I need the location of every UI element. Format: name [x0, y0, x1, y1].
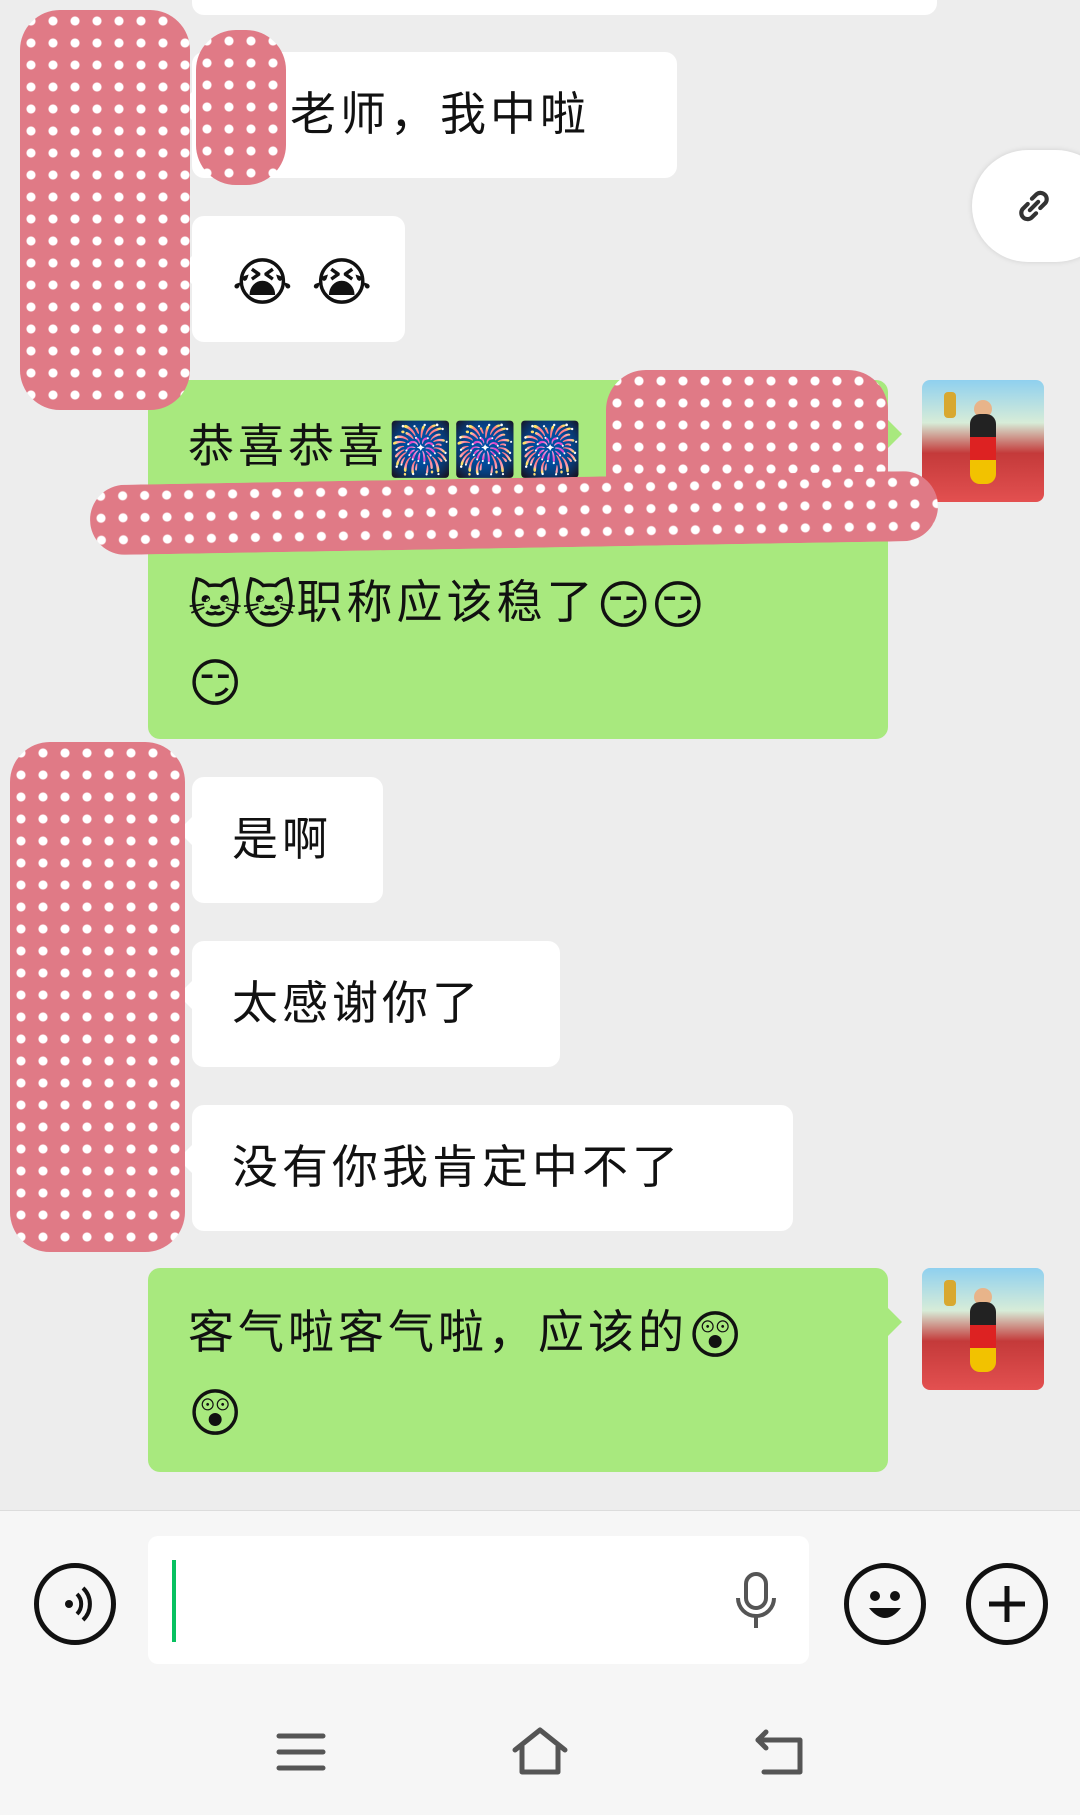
fireworks-emoji: 🎆: [388, 419, 453, 480]
message-text: 职称应该稳了: [296, 575, 597, 629]
starstruck-emoji: 😲: [188, 1383, 243, 1444]
redaction-mark: [20, 10, 190, 410]
home-icon[interactable]: [510, 1726, 570, 1776]
message-received[interactable]: 没有你我肯定中不了: [178, 1105, 793, 1231]
message-line: 😲: [188, 1372, 868, 1450]
message-line: 客气啦客气啦，应该的😲: [188, 1294, 868, 1372]
message-received[interactable]: 太感谢你了: [178, 941, 560, 1067]
flag-shape: [970, 1302, 996, 1372]
text-cursor: [172, 1560, 176, 1642]
input-bar: [0, 1510, 1080, 1691]
message-sent[interactable]: 客气啦客气啦，应该的😲 😲: [148, 1268, 902, 1472]
message-text: 客气啦客气啦，应该的: [188, 1305, 688, 1359]
cat-emoji: 🐱: [242, 575, 297, 636]
partial-bubble: [192, 0, 937, 15]
message-line: 🐱🐱职称应该稳了😏😏: [188, 564, 868, 642]
redaction-mark: [196, 30, 286, 185]
smirk-666-emoji: 😏: [596, 575, 651, 636]
crying-emoji: 😭: [311, 252, 373, 313]
link-icon: [1019, 190, 1049, 222]
microphone-icon[interactable]: [731, 1570, 781, 1634]
menu-icon[interactable]: [276, 1730, 326, 1774]
emoji-icon: [869, 1591, 901, 1618]
message-input[interactable]: [148, 1536, 809, 1664]
message-received[interactable]: 是啊: [178, 777, 383, 903]
redaction-mark: [10, 742, 185, 1252]
link-button[interactable]: [972, 150, 1080, 262]
back-icon[interactable]: [752, 1726, 806, 1776]
voice-toggle-button[interactable]: [34, 1563, 116, 1645]
flag-shape: [970, 414, 996, 484]
message-text: 太感谢你了: [232, 976, 482, 1030]
message-text: 恭喜恭喜: [188, 419, 388, 473]
trophy-shape: [944, 1280, 956, 1306]
cat-emoji: 🐱: [188, 575, 243, 636]
avatar[interactable]: [922, 380, 1044, 502]
starstruck-emoji: 😲: [688, 1305, 743, 1366]
voice-toggle-icon: [65, 1586, 92, 1622]
message-received[interactable]: 😭 😭: [178, 216, 405, 342]
plus-button[interactable]: [966, 1563, 1048, 1645]
trophy-shape: [944, 392, 956, 418]
message-line: 😏: [188, 642, 868, 720]
message-text: 老师，我中啦: [290, 87, 590, 141]
emoji-button[interactable]: [844, 1563, 926, 1645]
message-text: 是啊: [232, 812, 332, 866]
smirk-666-emoji: 😏: [188, 653, 243, 714]
fireworks-emoji: 🎆: [452, 419, 518, 480]
avatar[interactable]: [922, 1268, 1044, 1390]
smirk-666-emoji: 😏: [650, 575, 705, 636]
crying-emoji: 😭: [232, 252, 293, 313]
message-text: 没有你我肯定中不了: [232, 1140, 682, 1194]
system-nav-bar: [0, 1690, 1080, 1815]
redaction-mark: [89, 470, 939, 556]
plus-icon: [989, 1586, 1025, 1622]
